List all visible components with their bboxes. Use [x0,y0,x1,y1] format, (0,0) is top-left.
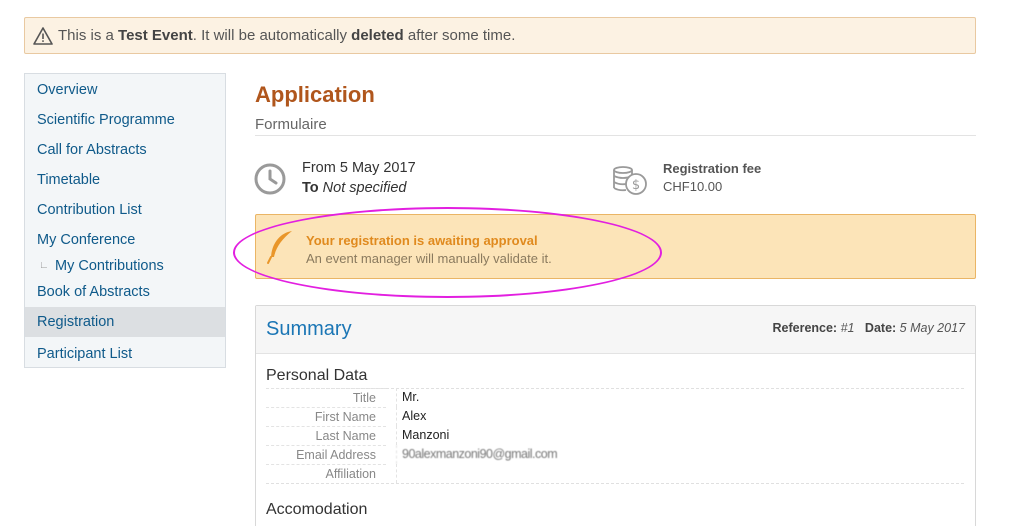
row-label: Title [266,388,386,407]
date-to: To Not specified [302,180,407,196]
banner-prefix: This is a [58,27,119,44]
sidebar-item-call-for-abstracts[interactable]: Call for Abstracts [25,135,225,165]
summary-meta: Reference: #1 Date: 5 May 2017 [772,321,965,335]
reference-value: #1 [840,321,855,335]
sidebar-item-timetable[interactable]: Timetable [25,165,225,195]
sidebar-item-scientific-programme[interactable]: Scientific Programme [25,105,225,135]
sidebar-item-book-of-abstracts[interactable]: Book of Abstracts [25,277,225,307]
coins-icon: $ [613,166,647,195]
row-value [396,464,566,483]
highlight-annotation [233,207,662,298]
sidebar-item-overview[interactable]: Overview [25,75,225,105]
personal-data-title: Personal Data [266,367,368,384]
date-to-value: Not specified [322,180,407,196]
clock-icon [254,163,286,195]
page-title: Application [255,82,375,107]
banner-text: This is a Test Event. It will be automat… [58,27,515,44]
summary-header: Summary Reference: #1 Date: 5 May 2017 [256,306,975,354]
page-subtitle: Formulaire [255,116,327,133]
date-from: From 5 May 2017 [302,160,416,176]
row-label: Last Name [266,426,386,445]
date-value: 5 May 2017 [899,321,965,335]
banner-test-event: Test Event [118,27,193,44]
banner-middle: . It will be automatically [192,27,352,44]
data-row-email: Email Address 90alexmanzoni90@gmail.com [266,445,566,464]
sidebar-menu: Overview Scientific Programme Call for A… [24,73,226,368]
row-value: Manzoni [396,426,566,445]
row-value: 90alexmanzoni90@gmail.com [396,445,566,464]
banner-deleted: deleted [351,27,404,44]
test-event-banner: This is a Test Event. It will be automat… [24,17,976,54]
data-row-first-name: First Name Alex [266,407,566,426]
data-row-affiliation: Affiliation [266,464,566,483]
registration-fee-value: CHF10.00 [663,179,723,194]
row-label: Affiliation [266,464,386,483]
data-row-title: Title Mr. [266,388,566,407]
registration-fee-label: Registration fee [663,161,762,176]
data-row-last-name: Last Name Manzoni [266,426,566,445]
date-to-label: To [302,180,319,196]
personal-data-bottom-divider [266,483,964,484]
svg-text:$: $ [632,178,640,193]
sidebar-item-contribution-list[interactable]: Contribution List [25,195,225,225]
row-label: First Name [266,407,386,426]
reference-label: Reference: [772,321,838,335]
warning-icon [33,26,53,45]
title-divider [255,135,976,136]
row-label: Email Address [266,445,386,464]
summary-panel: Summary Reference: #1 Date: 5 May 2017 P… [255,305,976,526]
row-value: Mr. [396,388,566,407]
accommodation-title: Accomodation [266,501,368,518]
sidebar-item-label: My Contributions [55,258,164,274]
sidebar-item-participant-list[interactable]: Participant List [25,339,225,369]
banner-suffix: after some time. [403,27,516,44]
date-label: Date: [864,321,897,335]
sidebar-item-registration[interactable]: Registration [25,307,225,337]
summary-title: Summary [266,318,352,340]
row-value: Alex [396,407,566,426]
